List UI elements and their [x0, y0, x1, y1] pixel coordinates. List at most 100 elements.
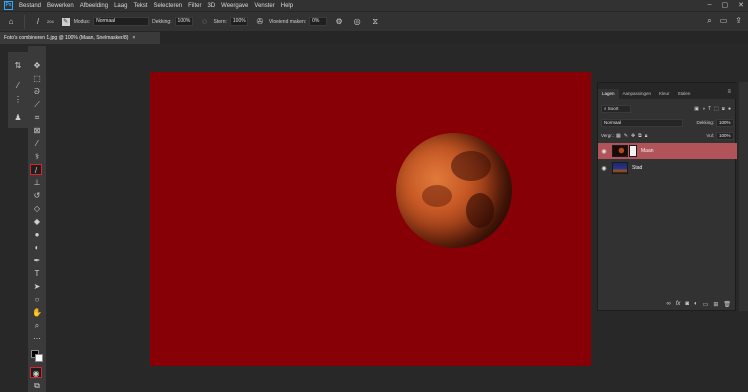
- workspace-icon[interactable]: ▭: [720, 16, 728, 26]
- lasso-tool-icon[interactable]: ᘐ: [31, 86, 43, 97]
- lock-pixels-icon[interactable]: ✎: [624, 133, 628, 139]
- pen-tool-icon[interactable]: ✒: [31, 255, 43, 266]
- gear-icon[interactable]: ⚙: [334, 17, 344, 27]
- new-adjustment-icon[interactable]: ◐: [694, 301, 698, 307]
- menu-tekst[interactable]: Tekst: [133, 3, 147, 9]
- new-layer-icon[interactable]: ⊞: [713, 301, 718, 308]
- filter-smart-object-icon[interactable]: ⧈: [722, 106, 725, 112]
- filter-toggle-icon[interactable]: ●: [728, 106, 731, 112]
- tab-adjustments[interactable]: Aanpassingen: [619, 89, 656, 99]
- brush-settings-icon[interactable]: ✎: [61, 17, 70, 26]
- panel-menu-icon[interactable]: ≡: [727, 89, 731, 95]
- visibility-eye-icon[interactable]: ◉: [598, 148, 610, 155]
- flow-field[interactable]: 100%: [229, 17, 248, 26]
- moon-crater: [422, 185, 452, 207]
- photoshop-logo-icon: Ps: [4, 1, 13, 10]
- dodge-tool-icon[interactable]: ◐: [31, 242, 43, 253]
- eraser-tool-icon[interactable]: ◇: [31, 203, 43, 214]
- brush-size-picker[interactable]: 204: [47, 19, 54, 24]
- menu-venster[interactable]: Venster: [254, 3, 274, 9]
- panel-side-strip: [739, 82, 748, 311]
- minimize-button[interactable]: –: [708, 1, 712, 9]
- filter-shape-icon[interactable]: ⬚: [714, 106, 719, 112]
- close-tab-button[interactable]: ×: [132, 35, 135, 41]
- quick-mask-icon[interactable]: ◉: [30, 367, 42, 378]
- screen-mode-icon[interactable]: ⧉: [31, 380, 43, 391]
- crop-tool-icon[interactable]: ⌗: [31, 112, 43, 123]
- link-layers-icon[interactable]: ∞: [666, 301, 670, 307]
- menu-bewerken[interactable]: Bewerken: [47, 3, 74, 9]
- layer-row-stad[interactable]: ◉ Stad: [598, 160, 737, 176]
- secondary-tool-strip: ⇅ ⁄ ⋮ ♟: [8, 52, 28, 128]
- airbrush-icon[interactable]: ✇: [255, 17, 265, 27]
- lock-artboard-icon[interactable]: ⧉: [638, 133, 642, 139]
- zoom-tool-icon[interactable]: ⌕: [31, 320, 43, 331]
- search-icon[interactable]: ⌕: [707, 16, 711, 26]
- ellipse-tool-icon[interactable]: ○: [31, 294, 43, 305]
- document-canvas[interactable]: [150, 72, 591, 366]
- lock-all-icon[interactable]: 🔒︎: [645, 133, 648, 139]
- layer-row-maan[interactable]: ◉ Maan: [598, 143, 737, 159]
- layer-mask-thumbnail[interactable]: [629, 145, 637, 157]
- lock-transparency-icon[interactable]: ▦: [616, 133, 621, 139]
- filter-adjustment-icon[interactable]: ◑: [702, 106, 705, 112]
- more-tools-icon[interactable]: ⋯: [31, 333, 43, 344]
- hand-tool-icon[interactable]: ✋: [31, 307, 43, 318]
- filter-type-icon[interactable]: T: [708, 106, 711, 112]
- brush-tool-icon[interactable]: /: [30, 164, 42, 175]
- adjustments-icon[interactable]: ⋮: [12, 94, 24, 105]
- document-tab[interactable]: Foto's combineren 1.jpg @ 100% (Maan, Sn…: [0, 32, 160, 44]
- home-icon[interactable]: ⌂: [6, 17, 16, 27]
- new-group-icon[interactable]: ▭: [703, 301, 709, 308]
- menu-selecteren[interactable]: Selecteren: [153, 3, 182, 9]
- delete-layer-icon[interactable]: 🗑︎: [723, 301, 731, 308]
- close-window-button[interactable]: ✕: [738, 1, 744, 9]
- blur-tool-icon[interactable]: ●: [31, 229, 43, 240]
- lock-position-icon[interactable]: ✥: [631, 133, 635, 139]
- symmetry-icon[interactable]: ⧖: [370, 17, 380, 27]
- menu-help[interactable]: Help: [281, 3, 293, 9]
- menu-weergave[interactable]: Weergave: [221, 3, 248, 9]
- pressure-opacity-icon[interactable]: ◌: [200, 17, 210, 27]
- smoothing-field[interactable]: 0%: [309, 17, 328, 26]
- clone-stamp-tool-icon[interactable]: ⊥: [31, 177, 43, 188]
- tab-swatches[interactable]: Stalen: [674, 89, 695, 99]
- visibility-eye-icon[interactable]: ◉: [598, 165, 610, 172]
- healing-brush-tool-icon[interactable]: ⚕: [31, 151, 43, 162]
- tab-layers[interactable]: Lagen: [598, 89, 619, 99]
- menu-filter[interactable]: Filter: [188, 3, 201, 9]
- menu-bar: Ps Bestand Bewerken Afbeelding Laag Teks…: [0, 0, 748, 11]
- layers-panel: Lagen Aanpassingen Kleur Stalen ≡ ⌕ Soor…: [597, 82, 737, 311]
- menu-afbeelding[interactable]: Afbeelding: [80, 3, 108, 9]
- opacity-field[interactable]: 100%: [174, 17, 193, 26]
- type-tool-icon[interactable]: T: [31, 268, 43, 279]
- quick-selection-tool-icon[interactable]: ⟋: [31, 99, 43, 110]
- properties-icon[interactable]: ⁄: [12, 80, 24, 91]
- blend-mode-select[interactable]: Normaal: [601, 118, 683, 127]
- history-brush-icon[interactable]: ⇅: [12, 60, 24, 71]
- layer-filter-select[interactable]: ⌕ Soort: [601, 104, 631, 113]
- history-brush-tool-icon[interactable]: ↺: [31, 190, 43, 201]
- frame-tool-icon[interactable]: ⊠: [31, 125, 43, 136]
- maximize-button[interactable]: ▢: [722, 1, 729, 9]
- add-mask-icon[interactable]: ◙: [685, 301, 689, 307]
- menu-3d[interactable]: 3D: [207, 3, 215, 9]
- paint-bucket-tool-icon[interactable]: ◆: [31, 216, 43, 227]
- mode-select[interactable]: Normaal: [93, 17, 150, 26]
- tab-color[interactable]: Kleur: [655, 89, 674, 99]
- eyedropper-tool-icon[interactable]: ⁄: [31, 138, 43, 149]
- share-icon[interactable]: ⇪: [735, 16, 742, 26]
- menu-bestand[interactable]: Bestand: [19, 3, 41, 9]
- brush-preset-icon[interactable]: /: [33, 17, 43, 27]
- path-selection-tool-icon[interactable]: ➤: [31, 281, 43, 292]
- background-color-swatch[interactable]: [35, 354, 43, 362]
- layer-opacity-field[interactable]: 100%: [716, 118, 734, 127]
- pressure-size-icon[interactable]: ◎: [352, 17, 362, 27]
- fill-field[interactable]: 100%: [716, 131, 734, 140]
- move-tool-icon[interactable]: ✥: [31, 60, 43, 71]
- character-icon[interactable]: ♟: [12, 112, 24, 123]
- marquee-tool-icon[interactable]: ⬚: [31, 73, 43, 84]
- layer-style-icon[interactable]: fx: [676, 301, 681, 307]
- menu-laag[interactable]: Laag: [114, 3, 127, 9]
- filter-pixel-icon[interactable]: ▣: [694, 106, 699, 112]
